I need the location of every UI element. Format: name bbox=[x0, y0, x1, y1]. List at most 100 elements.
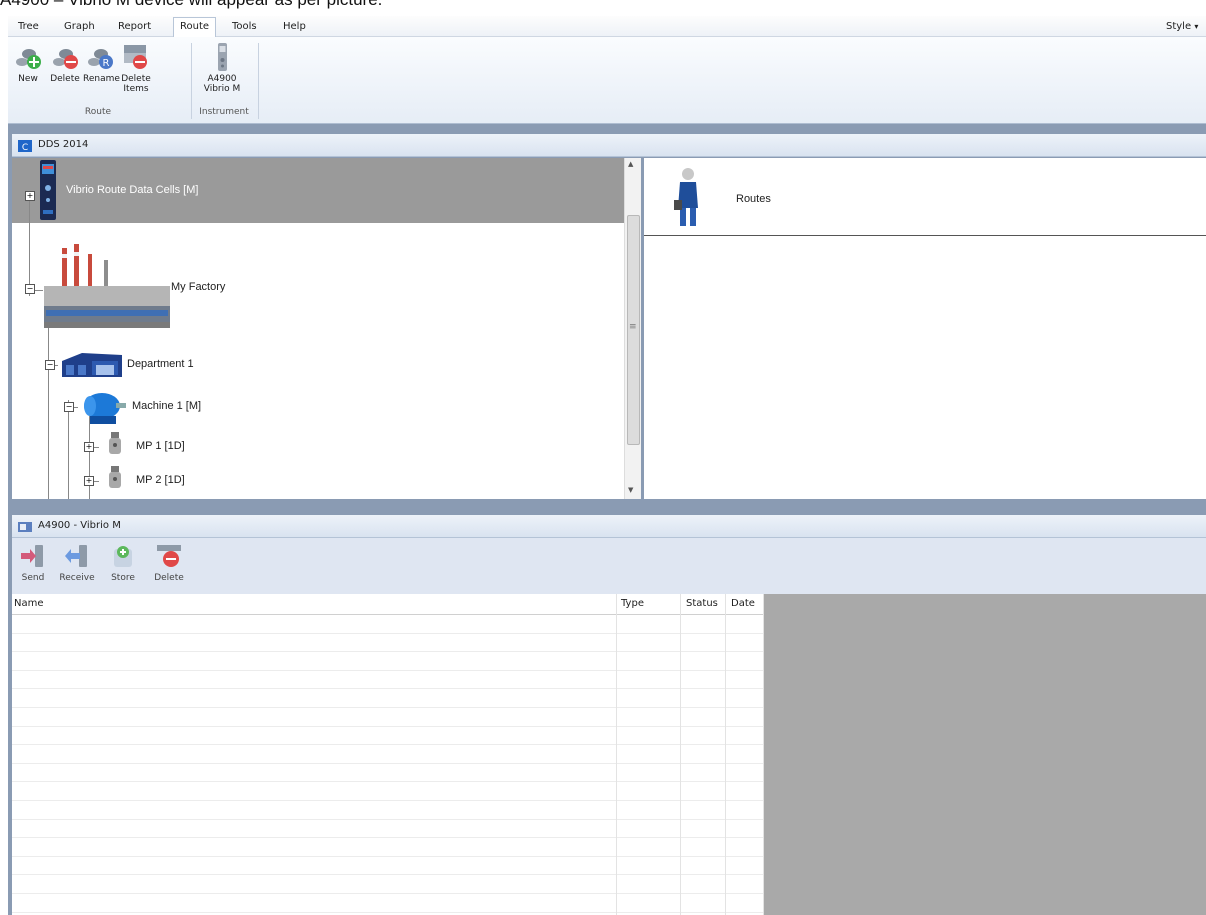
table-row[interactable] bbox=[12, 632, 764, 634]
table-row[interactable] bbox=[12, 911, 764, 913]
tab-graph[interactable]: Graph bbox=[58, 18, 101, 35]
receive-button[interactable]: Receive bbox=[56, 543, 98, 583]
delete-items-icon bbox=[121, 42, 151, 72]
send-label: Send bbox=[21, 573, 45, 583]
column-header-status[interactable]: Status bbox=[686, 598, 718, 609]
column-separator bbox=[616, 594, 617, 915]
route-group-label: Route bbox=[84, 107, 112, 117]
tab-tools[interactable]: Tools bbox=[226, 18, 263, 35]
route-rename-icon: R bbox=[85, 42, 115, 72]
chevron-down-icon: ▾ bbox=[1194, 22, 1199, 31]
tree-line bbox=[29, 196, 30, 296]
ribbon-tab-bar: Tree Graph Report Route Tools Help Style… bbox=[8, 16, 1206, 37]
expand-toggle[interactable]: + bbox=[25, 191, 35, 201]
table-row[interactable] bbox=[12, 651, 764, 653]
delete-route-button[interactable]: Delete bbox=[48, 42, 82, 90]
new-route-button[interactable]: New bbox=[11, 42, 45, 90]
route-new-icon bbox=[13, 42, 43, 72]
table-row[interactable] bbox=[12, 762, 764, 764]
delete-items-label-2: Items bbox=[123, 84, 149, 94]
instrument-panel-title: A4900 - Vibrio M bbox=[38, 520, 121, 531]
tab-route[interactable]: Route bbox=[173, 17, 217, 37]
collapse-toggle[interactable]: − bbox=[45, 360, 55, 370]
ribbon-separator bbox=[258, 43, 259, 119]
column-header-type[interactable]: Type bbox=[621, 598, 644, 609]
instrument-window-icon bbox=[18, 520, 32, 532]
delete-items-label-1: Delete bbox=[121, 74, 151, 84]
expand-toggle[interactable]: + bbox=[84, 442, 94, 452]
instrument-label-2: Vibrio M bbox=[203, 84, 241, 94]
hierarchy-tree[interactable]: + Vibrio Route Data Cells [M] − My Facto… bbox=[12, 158, 624, 499]
routes-title: Routes bbox=[736, 193, 771, 205]
ribbon-separator bbox=[191, 43, 192, 119]
tree-panel-header: C DDS 2014 bbox=[12, 134, 1206, 157]
grid-header: Name Type Status Date bbox=[12, 594, 764, 615]
delete-button[interactable]: Delete bbox=[148, 543, 190, 583]
receive-icon bbox=[64, 543, 90, 569]
tree-node-mp-2[interactable]: MP 2 [1D] bbox=[136, 474, 185, 486]
table-row[interactable] bbox=[12, 781, 764, 783]
store-label: Store bbox=[111, 573, 135, 583]
tree-node-vibrio-route-data-cells[interactable]: Vibrio Route Data Cells [M] bbox=[66, 184, 198, 196]
tab-tree[interactable]: Tree bbox=[12, 18, 45, 35]
tree-node-machine-1[interactable]: Machine 1 [M] bbox=[132, 400, 201, 412]
tab-report[interactable]: Report bbox=[112, 18, 157, 35]
tree-node-mp-1[interactable]: MP 1 [1D] bbox=[136, 440, 185, 452]
collapse-toggle[interactable]: − bbox=[64, 402, 74, 412]
column-separator bbox=[725, 594, 726, 915]
send-button[interactable]: Send bbox=[12, 543, 54, 583]
tree-scrollbar[interactable]: ▲ ≡ ▼ bbox=[624, 158, 641, 499]
receive-label: Receive bbox=[59, 573, 95, 583]
column-separator bbox=[680, 594, 681, 915]
table-row[interactable] bbox=[12, 800, 764, 801]
scroll-up-arrow[interactable]: ▲ bbox=[628, 160, 633, 168]
motor-icon bbox=[80, 390, 128, 426]
table-row[interactable] bbox=[12, 893, 764, 894]
detail-view-empty bbox=[764, 594, 1206, 915]
table-row[interactable] bbox=[12, 725, 764, 727]
vibrio-device-icon bbox=[207, 42, 237, 72]
tree-node-my-factory[interactable]: My Factory bbox=[171, 281, 225, 293]
table-row[interactable] bbox=[12, 837, 764, 839]
column-header-date[interactable]: Date bbox=[731, 598, 755, 609]
column-header-name[interactable]: Name bbox=[14, 598, 44, 609]
delete-button-label: Delete bbox=[50, 74, 80, 84]
table-row[interactable] bbox=[12, 855, 764, 857]
table-row[interactable] bbox=[12, 707, 764, 708]
instrument-data-grid[interactable]: Name Type Status Date bbox=[12, 594, 764, 915]
table-row[interactable] bbox=[12, 744, 764, 746]
delete-label: Delete bbox=[154, 573, 184, 583]
instrument-toolbar: Send Receive Store Delete bbox=[12, 538, 1206, 594]
delete-items-button[interactable]: Delete Items bbox=[119, 42, 153, 94]
instrument-group-label: Instrument bbox=[199, 107, 249, 117]
table-row[interactable] bbox=[12, 688, 764, 690]
expand-toggle[interactable]: + bbox=[84, 476, 94, 486]
style-menu[interactable]: Style ▾ bbox=[1160, 18, 1204, 35]
factory-icon bbox=[44, 240, 170, 330]
vibrio-device-icon bbox=[37, 160, 59, 220]
routes-header: Routes bbox=[644, 158, 1206, 236]
tree-panel-title: DDS 2014 bbox=[38, 139, 89, 150]
scroll-down-arrow[interactable]: ▼ bbox=[628, 486, 633, 494]
svg-text:C: C bbox=[22, 143, 28, 152]
delete-icon bbox=[156, 543, 182, 569]
rename-route-button[interactable]: R Rename bbox=[83, 42, 120, 90]
store-icon bbox=[110, 543, 136, 569]
tree-line bbox=[48, 318, 49, 499]
page-caption: A4900 – Vibrio M device will appear as p… bbox=[0, 0, 1206, 9]
table-row[interactable] bbox=[12, 669, 764, 671]
scrollbar-thumb[interactable]: ≡ bbox=[627, 215, 640, 445]
scroll-grip-icon: ≡ bbox=[629, 322, 637, 332]
send-icon bbox=[20, 543, 46, 569]
tree-node-department-1[interactable]: Department 1 bbox=[127, 358, 194, 370]
tab-help[interactable]: Help bbox=[277, 18, 312, 35]
rename-button-label: Rename bbox=[83, 74, 120, 84]
store-button[interactable]: Store bbox=[102, 543, 144, 583]
ribbon: New Delete R Rename Delete Items Route A… bbox=[8, 37, 1206, 124]
route-walker-icon bbox=[674, 166, 702, 230]
table-row[interactable] bbox=[12, 874, 764, 876]
table-row[interactable] bbox=[12, 818, 764, 820]
collapse-toggle[interactable]: − bbox=[25, 284, 35, 294]
instrument-a4900-button[interactable]: A4900 Vibrio M bbox=[200, 42, 244, 94]
route-delete-icon bbox=[50, 42, 80, 72]
